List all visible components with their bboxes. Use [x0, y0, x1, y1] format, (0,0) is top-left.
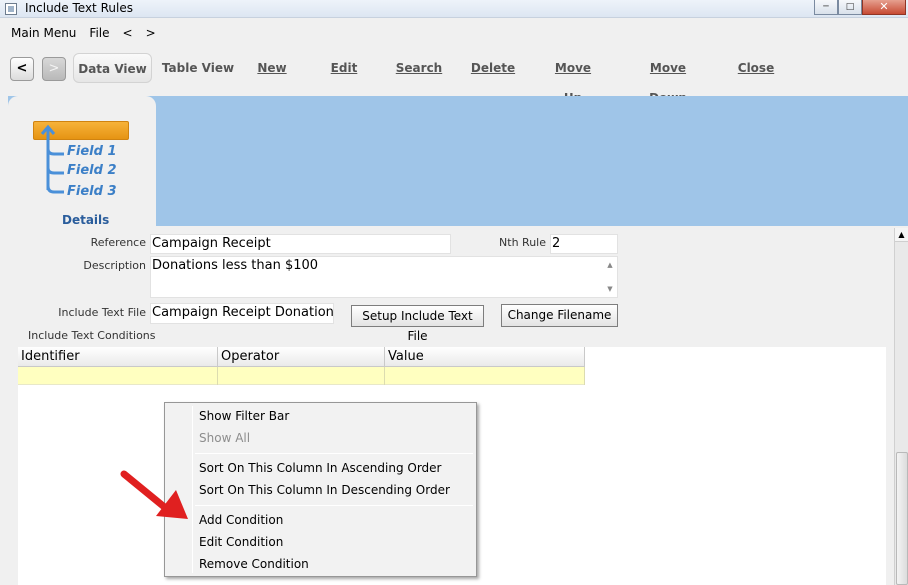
menu-separator — [195, 453, 473, 454]
tab-details-label: Details — [62, 213, 110, 227]
menu-separator — [195, 505, 473, 506]
minimize-icon[interactable]: ─ — [814, 0, 838, 15]
window-controls: ─ □ ✕ — [814, 0, 906, 15]
description-field[interactable]: Donations less than $100 ▲ ▼ — [150, 256, 618, 298]
menu-item-sort-ascending[interactable]: Sort On This Column In Ascending Order — [199, 458, 441, 478]
scrollbar-up-icon[interactable]: ▲ — [895, 228, 908, 242]
column-operator[interactable]: Operator — [218, 347, 385, 367]
include-file-label: Include Text File — [58, 306, 146, 319]
menu-main-menu[interactable]: Main Menu — [0, 24, 83, 44]
cell-value[interactable] — [385, 367, 585, 385]
edit-button[interactable]: Edit — [326, 53, 362, 83]
description-scrollbar[interactable]: ▲ ▼ — [603, 257, 617, 297]
column-identifier[interactable]: Identifier — [18, 347, 218, 367]
menu-forward[interactable]: > — [140, 24, 163, 44]
menu-back[interactable]: < — [117, 24, 140, 44]
change-filename-button[interactable]: Change Filename — [501, 304, 618, 327]
nth-rule-label: Nth Rule — [499, 236, 546, 249]
window-title: Include Text Rules — [25, 1, 133, 15]
maximize-icon[interactable]: □ — [838, 0, 862, 15]
column-value[interactable]: Value — [385, 347, 585, 367]
scrollbar-thumb[interactable] — [896, 452, 908, 585]
menu-item-sort-descending[interactable]: Sort On This Column In Descending Order — [199, 480, 450, 500]
table-row[interactable] — [18, 367, 585, 385]
table-view-button[interactable]: Table View — [160, 53, 236, 83]
close-button[interactable]: Close — [734, 53, 778, 83]
menu-item-edit-condition[interactable]: Edit Condition — [199, 532, 283, 552]
delete-button-label: Delete — [470, 61, 516, 75]
tree-field-3: Field 3 — [67, 184, 117, 199]
context-menu: Show Filter Bar Show All Sort On This Co… — [164, 402, 477, 577]
close-window-icon[interactable]: ✕ — [862, 0, 906, 15]
search-button-label: Search — [395, 61, 443, 75]
reference-label: Reference — [90, 236, 146, 249]
tree-field-1: Field 1 — [67, 144, 117, 159]
close-button-label: Close — [737, 61, 775, 75]
menu-item-show-all: Show All — [199, 431, 251, 445]
vertical-scrollbar[interactable]: ▲ — [894, 228, 908, 585]
setup-include-file-button[interactable]: Setup Include Text File — [351, 305, 484, 343]
next-record-button[interactable]: > — [42, 57, 66, 81]
include-file-field[interactable]: Campaign Receipt Donations le — [150, 303, 334, 324]
conditions-label: Include Text Conditions — [28, 329, 156, 342]
toolbar: < > Data View Table View New Edit Search… — [0, 48, 908, 105]
tree-field-2: Field 2 — [67, 163, 117, 178]
description-label: Description — [83, 259, 146, 272]
app-icon — [5, 3, 17, 15]
edit-button-label: Edit — [330, 61, 358, 75]
red-arrow-icon — [120, 470, 188, 519]
menu-file[interactable]: File — [83, 24, 116, 44]
menu-bar: Main Menu File < > — [0, 24, 163, 44]
move-up-button[interactable]: Move Up — [544, 53, 602, 105]
move-down-button[interactable]: Move Down — [630, 53, 706, 105]
scroll-down-icon[interactable]: ▼ — [603, 285, 617, 293]
reference-field[interactable]: Campaign Receipt — [150, 234, 451, 254]
nth-rule-field[interactable]: 2 — [550, 234, 618, 254]
cell-operator[interactable] — [218, 367, 385, 385]
menu-item-add-condition[interactable]: Add Condition — [199, 510, 283, 530]
delete-button[interactable]: Delete — [470, 53, 516, 83]
previous-record-button[interactable]: < — [10, 57, 34, 81]
new-button-label: New — [257, 61, 287, 75]
new-button[interactable]: New — [252, 53, 292, 83]
search-button[interactable]: Search — [394, 53, 444, 83]
data-view-button[interactable]: Data View — [73, 53, 152, 83]
scroll-up-icon[interactable]: ▲ — [603, 261, 617, 269]
title-bar: Include Text Rules ─ □ ✕ — [0, 0, 908, 18]
grid-header: Identifier Operator Value — [18, 347, 585, 367]
description-text: Donations less than $100 — [152, 258, 319, 273]
menu-item-remove-condition[interactable]: Remove Condition — [199, 554, 309, 574]
menu-item-show-filter-bar[interactable]: Show Filter Bar — [199, 406, 289, 426]
cell-identifier[interactable] — [18, 367, 218, 385]
